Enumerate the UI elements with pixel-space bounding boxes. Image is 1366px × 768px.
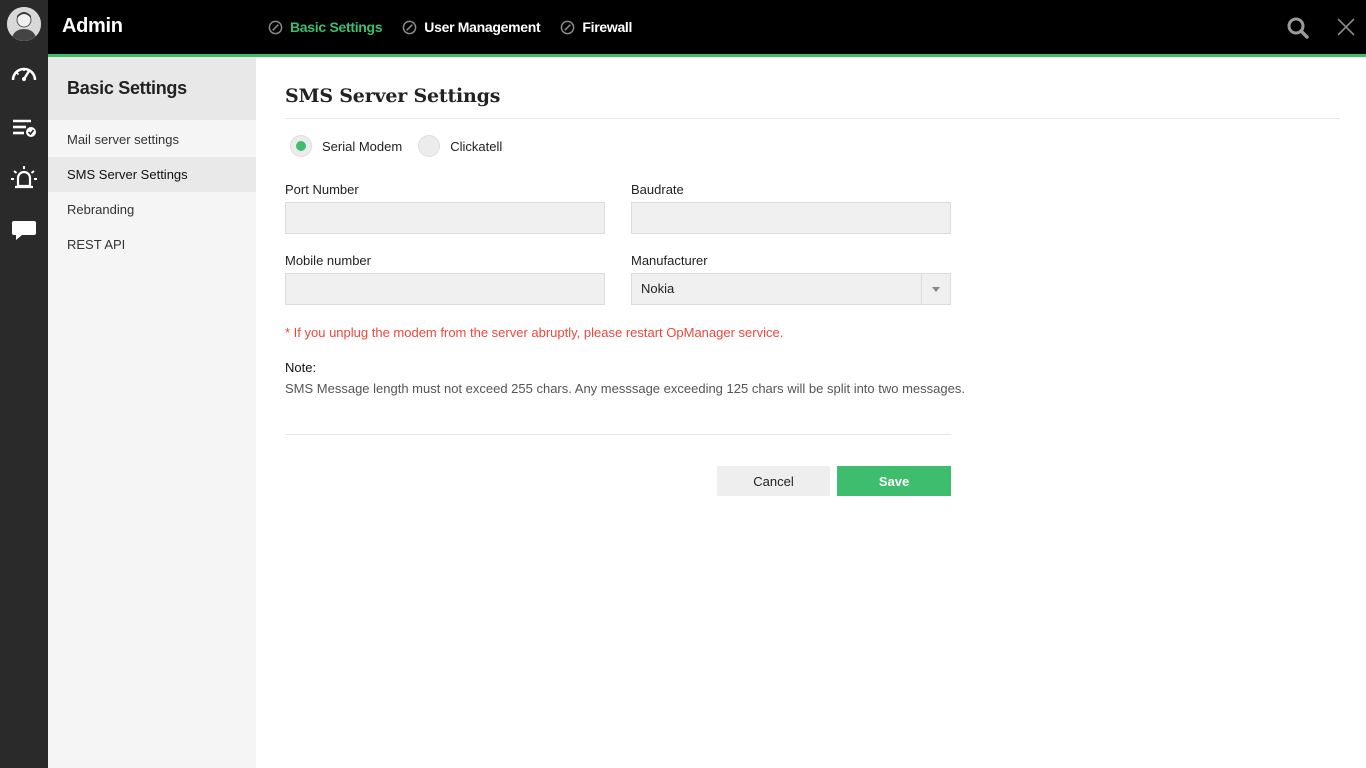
- port-number-label: Port Number: [285, 182, 359, 197]
- note-title: Note:: [285, 360, 317, 375]
- baudrate-input[interactable]: [631, 202, 951, 234]
- form-divider: [285, 434, 951, 435]
- note-text: SMS Message length must not exceed 255 c…: [285, 381, 965, 396]
- alarm-bell-icon[interactable]: [10, 164, 38, 192]
- sidebar-item-rebranding[interactable]: Rebranding: [48, 192, 256, 227]
- dropdown-toggle[interactable]: [921, 274, 950, 304]
- radio-label: Serial Modem: [322, 138, 403, 154]
- sms-provider-radio-group: Serial Modem Clickatell: [290, 135, 518, 157]
- left-rail: [0, 0, 48, 768]
- top-bar: Admin Basic Settings User Management Fir…: [0, 0, 1366, 54]
- topnav-label: Firewall: [582, 19, 633, 35]
- dashboard-gauge-icon[interactable]: [10, 60, 38, 88]
- manufacturer-select[interactable]: Nokia: [631, 273, 951, 305]
- manufacturer-selected-value: Nokia: [641, 281, 675, 296]
- title-divider: [285, 118, 1340, 119]
- manufacturer-label: Manufacturer: [631, 253, 708, 268]
- save-button[interactable]: Save: [837, 466, 951, 496]
- sidebar-item-mail-server-settings[interactable]: Mail server settings: [48, 122, 256, 157]
- compass-icon: [402, 20, 417, 34]
- chat-bubble-icon[interactable]: [10, 216, 38, 244]
- radio-clickatell[interactable]: Clickatell: [418, 135, 502, 157]
- radio-serial-modem[interactable]: Serial Modem: [290, 135, 402, 157]
- mobile-number-input[interactable]: [285, 273, 605, 305]
- modem-restart-warning: * If you unplug the modem from the serve…: [285, 325, 784, 340]
- radio-label: Clickatell: [450, 138, 503, 154]
- radio-button[interactable]: [418, 135, 441, 157]
- app-title: Admin: [62, 15, 123, 37]
- radio-button-checked[interactable]: [290, 135, 312, 157]
- sidebar-item-rest-api[interactable]: REST API: [48, 227, 256, 262]
- task-list-check-icon[interactable]: [10, 114, 38, 142]
- compass-icon: [561, 20, 575, 34]
- port-number-input[interactable]: [285, 202, 605, 234]
- sidebar-heading: Basic Settings: [48, 57, 256, 120]
- cancel-button[interactable]: Cancel: [717, 466, 830, 496]
- page-title: SMS Server Settings: [285, 85, 501, 107]
- top-nav: Basic Settings User Management Firewall: [268, 0, 652, 54]
- close-icon[interactable]: [1335, 16, 1357, 38]
- sidebar-item-sms-server-settings[interactable]: SMS Server Settings: [48, 157, 256, 192]
- chevron-down-icon: [932, 287, 940, 292]
- topnav-label: User Management: [424, 19, 541, 35]
- topnav-firewall[interactable]: Firewall: [560, 19, 632, 35]
- settings-sidebar: Basic Settings Mail server settings SMS …: [48, 57, 256, 768]
- avatar[interactable]: [7, 7, 41, 41]
- topnav-label: Basic Settings: [290, 19, 383, 35]
- main-content: SMS Server Settings Serial Modem Clickat…: [256, 57, 1366, 768]
- compass-icon: [268, 20, 283, 34]
- mobile-number-label: Mobile number: [285, 253, 371, 268]
- topnav-user-management[interactable]: User Management: [402, 19, 541, 35]
- user-photo-icon: [7, 7, 41, 41]
- topnav-basic-settings[interactable]: Basic Settings: [268, 19, 383, 35]
- baudrate-label: Baudrate: [631, 182, 684, 197]
- search-icon[interactable]: [1286, 16, 1310, 40]
